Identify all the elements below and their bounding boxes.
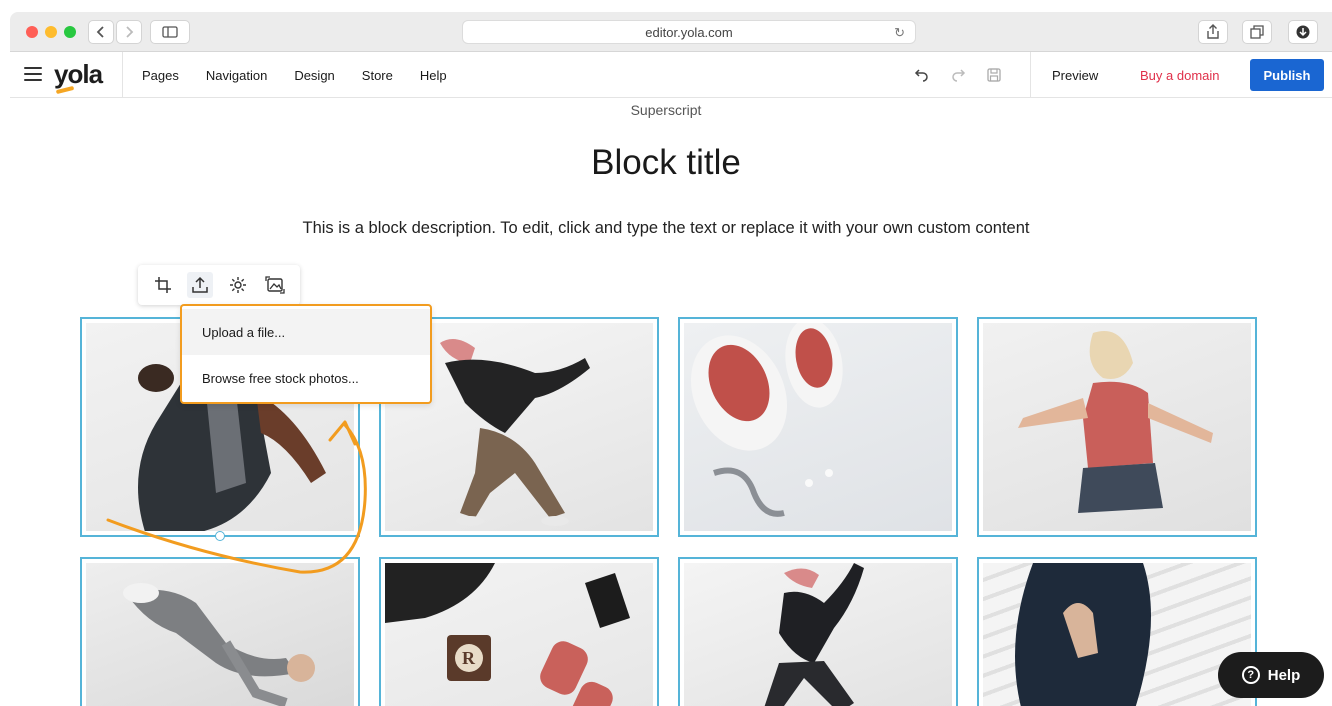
divider xyxy=(122,52,123,98)
back-button[interactable] xyxy=(88,20,114,44)
upload-icon[interactable] xyxy=(187,272,214,298)
browser-toolbar: editor.yola.com ↻ xyxy=(10,12,1332,52)
svg-text:R: R xyxy=(462,648,476,668)
download-icon xyxy=(1296,25,1310,39)
browse-stock-photos-option[interactable]: Browse free stock photos... xyxy=(182,355,430,401)
gallery-image-5[interactable] xyxy=(80,557,360,706)
gallery-image-4[interactable] xyxy=(977,317,1257,537)
address-bar[interactable]: editor.yola.com ↻ xyxy=(462,20,916,44)
gallery-image-3[interactable] xyxy=(678,317,958,537)
help-label: Help xyxy=(1267,666,1301,684)
nav-design[interactable]: Design xyxy=(294,68,334,83)
help-button[interactable]: ? Help xyxy=(1218,652,1324,698)
editor-header: yola Pages Navigation Design Store Help … xyxy=(10,52,1332,98)
chevron-left-icon xyxy=(96,26,104,38)
downloads-button[interactable] xyxy=(1288,20,1318,44)
edit-tools xyxy=(914,52,1002,98)
reload-icon[interactable]: ↻ xyxy=(894,25,905,41)
crop-icon[interactable] xyxy=(150,272,176,298)
save-icon[interactable] xyxy=(986,67,1002,83)
question-icon: ? xyxy=(1241,666,1260,684)
block-description[interactable]: This is a block description. To edit, cl… xyxy=(296,214,1036,243)
breakdancer-photo xyxy=(86,563,354,706)
forward-button[interactable] xyxy=(116,20,142,44)
minimize-window-button[interactable] xyxy=(45,26,57,38)
upload-menu: Upload a file... Browse free stock photo… xyxy=(180,304,432,404)
preview-button[interactable]: Preview xyxy=(1052,52,1098,98)
replace-image-icon[interactable] xyxy=(262,272,288,298)
resize-handle[interactable] xyxy=(215,531,225,541)
sidebar-toggle-button[interactable] xyxy=(150,20,190,44)
sidebar-icon xyxy=(162,26,178,38)
url-text: editor.yola.com xyxy=(645,24,733,40)
redo-icon[interactable] xyxy=(950,67,966,83)
nav-navigation[interactable]: Navigation xyxy=(206,68,267,83)
share-button[interactable] xyxy=(1198,20,1228,44)
nav-help[interactable]: Help xyxy=(420,68,447,83)
nav-pages[interactable]: Pages xyxy=(142,68,179,83)
settings-icon[interactable] xyxy=(225,272,251,298)
tabs-icon xyxy=(1250,25,1264,39)
hooded-figure-photo xyxy=(983,563,1251,706)
gallery-image-6[interactable]: R xyxy=(379,557,659,706)
undo-icon[interactable] xyxy=(914,67,930,83)
gallery-image-8[interactable] xyxy=(977,557,1257,706)
block-superscript[interactable]: Superscript xyxy=(0,102,1332,118)
gallery-image-7[interactable] xyxy=(678,557,958,706)
close-window-button[interactable] xyxy=(26,26,38,38)
nav-store[interactable]: Store xyxy=(362,68,393,83)
dancer-woman-cap-2-photo xyxy=(684,563,952,706)
yola-logo: yola xyxy=(54,59,103,89)
chevron-right-icon xyxy=(126,26,134,38)
block-title[interactable]: Block title xyxy=(0,143,1332,183)
divider xyxy=(1030,52,1031,98)
main-nav: Pages Navigation Design Store Help xyxy=(142,52,447,98)
buy-domain-link[interactable]: Buy a domain xyxy=(1140,52,1220,98)
hamburger-menu-icon[interactable] xyxy=(24,67,42,81)
gym-gear-photo: R xyxy=(385,563,653,706)
tabs-button[interactable] xyxy=(1242,20,1272,44)
publish-button[interactable]: Publish xyxy=(1250,59,1324,91)
red-sneakers-photo xyxy=(684,323,952,531)
share-icon xyxy=(1207,24,1219,39)
image-toolbar xyxy=(138,265,300,305)
zoom-window-button[interactable] xyxy=(64,26,76,38)
upload-file-option[interactable]: Upload a file... xyxy=(182,309,430,355)
woman-red-tank-photo xyxy=(983,323,1251,531)
